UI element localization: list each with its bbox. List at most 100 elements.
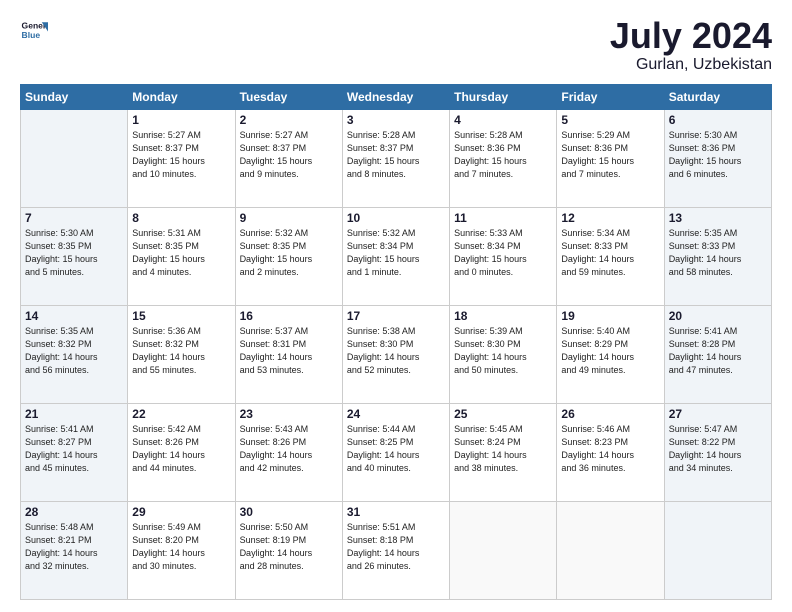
calendar-cell: 19 Sunrise: 5:40 AM Sunset: 8:29 PM Dayli… — [557, 305, 664, 403]
day-info: Sunrise: 5:46 AM Sunset: 8:23 PM Dayligh… — [561, 423, 659, 475]
calendar-cell — [664, 501, 771, 599]
day-info: Sunrise: 5:44 AM Sunset: 8:25 PM Dayligh… — [347, 423, 445, 475]
title-block: July 2024 Gurlan, Uzbekistan — [610, 16, 772, 74]
day-info: Sunrise: 5:30 AM Sunset: 8:36 PM Dayligh… — [669, 129, 767, 181]
calendar-week-row: 1Sunrise: 5:27 AM Sunset: 8:37 PM Daylig… — [21, 109, 772, 207]
calendar-cell: 13 Sunrise: 5:35 AM Sunset: 8:33 PM Dayli… — [664, 207, 771, 305]
calendar-week-row: 28Sunrise: 5:48 AM Sunset: 8:21 PM Dayli… — [21, 501, 772, 599]
day-number: 13 — [669, 211, 767, 225]
day-info: Sunrise: 5:41 AM Sunset: 8:28 PM Dayligh… — [669, 325, 767, 377]
weekday-header-thursday: Thursday — [450, 84, 557, 109]
day-number: 30 — [240, 505, 338, 519]
day-info: Sunrise: 5:32 AM Sunset: 8:34 PM Dayligh… — [347, 227, 445, 279]
calendar-title: July 2024 — [610, 16, 772, 56]
day-info: Sunrise: 5:35 AM Sunset: 8:33 PM Dayligh… — [669, 227, 767, 279]
calendar-cell: 4 Sunrise: 5:28 AM Sunset: 8:36 PM Daylig… — [450, 109, 557, 207]
day-info: Sunrise: 5:51 AM Sunset: 8:18 PM Dayligh… — [347, 521, 445, 573]
calendar-cell: 22 Sunrise: 5:42 AM Sunset: 8:26 PM Dayli… — [128, 403, 235, 501]
day-info: Sunrise: 5:47 AM Sunset: 8:22 PM Dayligh… — [669, 423, 767, 475]
weekday-header-monday: Monday — [128, 84, 235, 109]
day-number: 24 — [347, 407, 445, 421]
day-info: Sunrise: 5:28 AM Sunset: 8:37 PM Dayligh… — [347, 129, 445, 181]
day-info: Sunrise: 5:32 AM Sunset: 8:35 PM Dayligh… — [240, 227, 338, 279]
calendar-cell: 29 Sunrise: 5:49 AM Sunset: 8:20 PM Dayli… — [128, 501, 235, 599]
day-info: Sunrise: 5:30 AM Sunset: 8:35 PM Dayligh… — [25, 227, 123, 279]
day-number: 19 — [561, 309, 659, 323]
day-number: 23 — [240, 407, 338, 421]
calendar-cell: 15Sunrise: 5:36 AM Sunset: 8:32 PM Dayli… — [128, 305, 235, 403]
svg-text:Blue: Blue — [22, 30, 41, 40]
day-info: Sunrise: 5:50 AM Sunset: 8:19 PM Dayligh… — [240, 521, 338, 573]
calendar-cell: 20Sunrise: 5:41 AM Sunset: 8:28 PM Dayli… — [664, 305, 771, 403]
day-info: Sunrise: 5:45 AM Sunset: 8:24 PM Dayligh… — [454, 423, 552, 475]
day-number: 17 — [347, 309, 445, 323]
day-number: 18 — [454, 309, 552, 323]
day-number: 12 — [561, 211, 659, 225]
day-info: Sunrise: 5:35 AM Sunset: 8:32 PM Dayligh… — [25, 325, 123, 377]
day-info: Sunrise: 5:42 AM Sunset: 8:26 PM Dayligh… — [132, 423, 230, 475]
calendar-cell: 17 Sunrise: 5:38 AM Sunset: 8:30 PM Dayli… — [342, 305, 449, 403]
day-info: Sunrise: 5:37 AM Sunset: 8:31 PM Dayligh… — [240, 325, 338, 377]
weekday-header-sunday: Sunday — [21, 84, 128, 109]
day-info: Sunrise: 5:27 AM Sunset: 8:37 PM Dayligh… — [240, 129, 338, 181]
calendar-week-row: 21Sunrise: 5:41 AM Sunset: 8:27 PM Dayli… — [21, 403, 772, 501]
day-number: 2 — [240, 113, 338, 127]
day-number: 6 — [669, 113, 767, 127]
calendar-cell: 12 Sunrise: 5:34 AM Sunset: 8:33 PM Dayli… — [557, 207, 664, 305]
calendar-cell: 9 Sunrise: 5:32 AM Sunset: 8:35 PM Daylig… — [235, 207, 342, 305]
weekday-header-friday: Friday — [557, 84, 664, 109]
calendar-cell: 2 Sunrise: 5:27 AM Sunset: 8:37 PM Daylig… — [235, 109, 342, 207]
day-number: 5 — [561, 113, 659, 127]
day-info: Sunrise: 5:43 AM Sunset: 8:26 PM Dayligh… — [240, 423, 338, 475]
day-number: 26 — [561, 407, 659, 421]
calendar-cell: 31 Sunrise: 5:51 AM Sunset: 8:18 PM Dayli… — [342, 501, 449, 599]
calendar-cell: 5 Sunrise: 5:29 AM Sunset: 8:36 PM Daylig… — [557, 109, 664, 207]
day-number: 3 — [347, 113, 445, 127]
weekday-header-saturday: Saturday — [664, 84, 771, 109]
logo: General Blue — [20, 16, 48, 44]
calendar-cell: 30 Sunrise: 5:50 AM Sunset: 8:19 PM Dayli… — [235, 501, 342, 599]
day-info: Sunrise: 5:31 AM Sunset: 8:35 PM Dayligh… — [132, 227, 230, 279]
logo-icon: General Blue — [20, 16, 48, 44]
day-number: 9 — [240, 211, 338, 225]
day-info: Sunrise: 5:48 AM Sunset: 8:21 PM Dayligh… — [25, 521, 123, 573]
day-number: 22 — [132, 407, 230, 421]
day-info: Sunrise: 5:29 AM Sunset: 8:36 PM Dayligh… — [561, 129, 659, 181]
day-number: 25 — [454, 407, 552, 421]
day-info: Sunrise: 5:34 AM Sunset: 8:33 PM Dayligh… — [561, 227, 659, 279]
calendar-cell: 8 Sunrise: 5:31 AM Sunset: 8:35 PM Daylig… — [128, 207, 235, 305]
day-number: 27 — [669, 407, 767, 421]
calendar-cell — [21, 109, 128, 207]
calendar-cell: 23 Sunrise: 5:43 AM Sunset: 8:26 PM Dayli… — [235, 403, 342, 501]
weekday-header-tuesday: Tuesday — [235, 84, 342, 109]
calendar-cell: 11Sunrise: 5:33 AM Sunset: 8:34 PM Dayli… — [450, 207, 557, 305]
day-number: 29 — [132, 505, 230, 519]
weekday-header-row: SundayMondayTuesdayWednesdayThursdayFrid… — [21, 84, 772, 109]
day-number: 4 — [454, 113, 552, 127]
calendar-cell: 26 Sunrise: 5:46 AM Sunset: 8:23 PM Dayli… — [557, 403, 664, 501]
day-number: 14 — [25, 309, 123, 323]
calendar-cell: 25 Sunrise: 5:45 AM Sunset: 8:24 PM Dayli… — [450, 403, 557, 501]
day-number: 8 — [132, 211, 230, 225]
calendar-cell — [450, 501, 557, 599]
calendar-table: SundayMondayTuesdayWednesdayThursdayFrid… — [20, 84, 772, 600]
day-number: 11 — [454, 211, 552, 225]
calendar-cell: 18Sunrise: 5:39 AM Sunset: 8:30 PM Dayli… — [450, 305, 557, 403]
calendar-week-row: 14 Sunrise: 5:35 AM Sunset: 8:32 PM Dayli… — [21, 305, 772, 403]
calendar-cell: 16Sunrise: 5:37 AM Sunset: 8:31 PM Dayli… — [235, 305, 342, 403]
calendar-cell: 3 Sunrise: 5:28 AM Sunset: 8:37 PM Daylig… — [342, 109, 449, 207]
calendar-subtitle: Gurlan, Uzbekistan — [610, 56, 772, 74]
calendar-cell: 6 Sunrise: 5:30 AM Sunset: 8:36 PM Daylig… — [664, 109, 771, 207]
calendar-cell: 7 Sunrise: 5:30 AM Sunset: 8:35 PM Daylig… — [21, 207, 128, 305]
day-info: Sunrise: 5:49 AM Sunset: 8:20 PM Dayligh… — [132, 521, 230, 573]
calendar-week-row: 7 Sunrise: 5:30 AM Sunset: 8:35 PM Daylig… — [21, 207, 772, 305]
day-number: 15 — [132, 309, 230, 323]
day-number: 31 — [347, 505, 445, 519]
calendar-cell: 21Sunrise: 5:41 AM Sunset: 8:27 PM Dayli… — [21, 403, 128, 501]
day-info: Sunrise: 5:28 AM Sunset: 8:36 PM Dayligh… — [454, 129, 552, 181]
day-number: 10 — [347, 211, 445, 225]
day-number: 7 — [25, 211, 123, 225]
calendar-cell: 28Sunrise: 5:48 AM Sunset: 8:21 PM Dayli… — [21, 501, 128, 599]
day-info: Sunrise: 5:40 AM Sunset: 8:29 PM Dayligh… — [561, 325, 659, 377]
day-info: Sunrise: 5:38 AM Sunset: 8:30 PM Dayligh… — [347, 325, 445, 377]
